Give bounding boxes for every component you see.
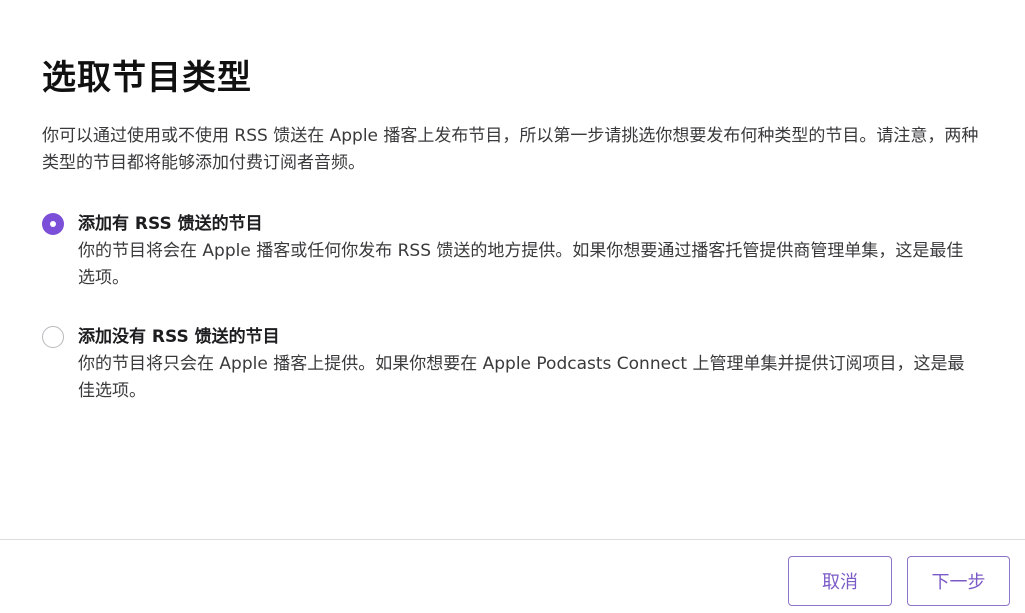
show-type-page: 选取节目类型 你可以通过使用或不使用 RSS 馈送在 Apple 播客上发布节目… [0, 0, 1025, 613]
option-without-rss-label[interactable]: 添加没有 RSS 馈送的节目 [78, 324, 992, 351]
next-button[interactable]: 下一步 [907, 556, 1010, 606]
footer-divider [0, 539, 1025, 540]
intro-text: 你可以通过使用或不使用 RSS 馈送在 Apple 播客上发布节目，所以第一步请… [42, 126, 979, 173]
radio-with-rss-selected[interactable] [42, 213, 64, 235]
option-with-rss-description: 你的节目将会在 Apple 播客或任何你发布 RSS 馈送的地方提供。如果你想要… [78, 241, 964, 288]
option-without-rss-text: 添加没有 RSS 馈送的节目 你的节目将只会在 Apple 播客上提供。如果你想… [78, 324, 992, 405]
option-without-rss-description: 你的节目将只会在 Apple 播客上提供。如果你想要在 Apple Podcas… [78, 354, 965, 401]
option-with-rss-text: 添加有 RSS 馈送的节目 你的节目将会在 Apple 播客或任何你发布 RSS… [78, 211, 992, 292]
radio-without-rss[interactable] [42, 326, 64, 348]
cancel-button[interactable]: 取消 [788, 556, 892, 606]
option-with-rss[interactable]: 添加有 RSS 馈送的节目 你的节目将会在 Apple 播客或任何你发布 RSS… [42, 211, 992, 292]
page-title: 选取节目类型 [42, 58, 252, 98]
option-without-rss[interactable]: 添加没有 RSS 馈送的节目 你的节目将只会在 Apple 播客上提供。如果你想… [42, 324, 992, 405]
option-with-rss-label[interactable]: 添加有 RSS 馈送的节目 [78, 211, 992, 238]
